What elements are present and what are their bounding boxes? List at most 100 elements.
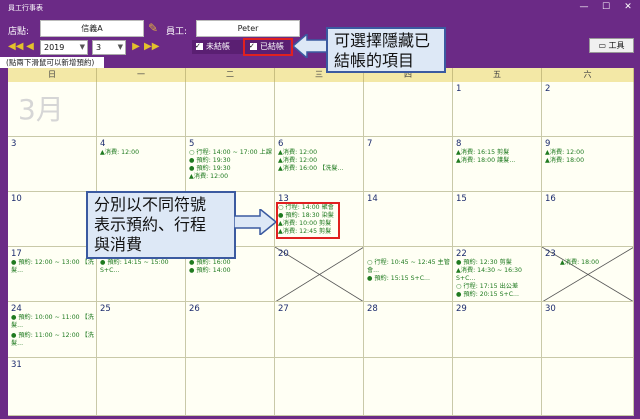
- event-item[interactable]: ▲消費: 18:00: [545, 157, 584, 165]
- event-item[interactable]: S+C...: [456, 275, 475, 283]
- tools-label: 工具: [608, 41, 625, 50]
- day-number: 9: [545, 139, 551, 149]
- calendar-day-5[interactable]: 5 ○ 行程: 14:00 ~ 17:00 上課 ● 預約: 19:30 ● 預…: [186, 137, 275, 192]
- event-item[interactable]: ● 預約: 16:00: [189, 259, 231, 267]
- calendar-day-16[interactable]: 16: [542, 192, 634, 247]
- next-year-icon[interactable]: ▶▶: [144, 40, 159, 54]
- day-number: 28: [367, 304, 378, 314]
- next-month-icon[interactable]: ▶: [130, 40, 142, 54]
- calendar-day-22[interactable]: 22 ● 預約: 12:30 剪髮 ▲消費: 14:30 ~ 16:30 S+C…: [453, 247, 542, 302]
- calendar-day-31[interactable]: 31: [8, 358, 97, 416]
- event-item[interactable]: ○ 行程: 17:15 出公差: [456, 283, 518, 291]
- event-item[interactable]: ○ 行程: 14:00 ~ 17:00 上課: [189, 149, 272, 157]
- event-item[interactable]: ● 預約: 15:15 S+C...: [367, 275, 430, 283]
- event-item[interactable]: 髮...: [11, 340, 23, 348]
- weekday-mon: 一: [97, 68, 186, 82]
- event-item[interactable]: S+C...: [100, 267, 119, 275]
- calendar-day-23[interactable]: 23 ▲消費: 18:00: [542, 247, 634, 302]
- callout-text-line: 與消費: [94, 235, 143, 254]
- event-item[interactable]: ● 預約: 12:30 剪髮: [456, 259, 512, 267]
- calendar-day-26[interactable]: 26: [186, 302, 275, 358]
- employee-field[interactable]: Peter: [196, 20, 300, 37]
- day-number: 10: [11, 194, 22, 204]
- edit-pencil-icon[interactable]: ✎: [146, 20, 160, 36]
- event-item[interactable]: ▲消費: 12:00: [278, 157, 317, 165]
- year-value: 2019: [44, 43, 65, 52]
- calendar-day-3[interactable]: 3: [8, 137, 97, 192]
- event-item[interactable]: ▲消費: 12:00: [545, 149, 584, 157]
- hide-settled-callout: 可選擇隱藏已 結帳的項目: [326, 27, 446, 73]
- calendar-day-14[interactable]: 14: [364, 192, 453, 247]
- event-item[interactable]: ● 預約: 20:15 S+C...: [456, 291, 519, 299]
- employee-label: 員工:: [166, 27, 188, 37]
- prev-year-icon[interactable]: ◀◀: [8, 40, 23, 54]
- calendar-day-20[interactable]: 20: [275, 247, 364, 302]
- weekday-header: 日 一 二 三 四 五 六: [8, 68, 634, 82]
- store-label: 店點:: [8, 27, 30, 37]
- calendar-day-empty: [275, 358, 364, 416]
- event-item[interactable]: ○ 行程: 10:45 ~ 12:45 主管: [367, 259, 450, 267]
- event-item[interactable]: ▲消費: 12:00: [189, 173, 228, 181]
- callout-text-line: 分別以不同符號: [94, 195, 207, 214]
- event-item[interactable]: ● 預約: 10:00 ~ 11:00 【洗: [11, 314, 94, 322]
- event-item[interactable]: ● 預約: 19:30: [189, 157, 231, 165]
- calendar-day-28[interactable]: 28: [364, 302, 453, 358]
- calendar-day-7[interactable]: 7: [364, 137, 453, 192]
- calendar-day-29[interactable]: 29: [453, 302, 542, 358]
- calendar-day-17[interactable]: 17 ● 預約: 12:00 ~ 13:00 【洗 髮...: [8, 247, 97, 302]
- day-number: 8: [456, 139, 462, 149]
- day-number: 26: [189, 304, 200, 314]
- event-item[interactable]: ▲消費: 16:15 剪髮: [456, 149, 509, 157]
- event-item[interactable]: ● 預約: 14:15 ~ 15:00: [100, 259, 169, 267]
- symbols-callout: 分別以不同符號 表示預約、行程 與消費: [86, 191, 236, 259]
- calendar-day-10[interactable]: 10: [8, 192, 97, 247]
- day-number: 30: [545, 304, 556, 314]
- event-item[interactable]: ▲消費: 12:00: [100, 149, 139, 157]
- calendar-day-empty: [453, 358, 542, 416]
- event-item[interactable]: 髮...: [11, 267, 23, 275]
- calendar-day-27[interactable]: 27: [275, 302, 364, 358]
- weekday-sat: 六: [542, 68, 634, 82]
- day-number: 15: [456, 194, 467, 204]
- calendar-day-21[interactable]: ○ 行程: 10:45 ~ 12:45 主管 會... ● 預約: 15:15 …: [364, 247, 453, 302]
- year-select[interactable]: 2019 ▼: [40, 40, 88, 55]
- day-number: 24: [11, 304, 22, 314]
- day-number: 25: [100, 304, 111, 314]
- store-field[interactable]: 信義A: [40, 20, 144, 37]
- calendar-day-6[interactable]: 6 ▲消費: 12:00 ▲消費: 12:00 ▲消費: 16:00 【洗髮..…: [275, 137, 364, 192]
- event-item[interactable]: ▲消費: 12:00: [278, 149, 317, 157]
- calendar-day-2[interactable]: 2: [542, 82, 634, 137]
- event-item[interactable]: ▲消費: 14:30 ~ 16:30: [456, 267, 522, 275]
- calendar-day-25[interactable]: 25: [97, 302, 186, 358]
- unsettled-checkbox[interactable]: 未結帳: [192, 39, 250, 54]
- minimize-button[interactable]: —: [574, 0, 594, 14]
- event-item[interactable]: ● 預約: 11:00 ~ 12:00 【洗: [11, 332, 94, 340]
- calendar-day-15[interactable]: 15: [453, 192, 542, 247]
- calendar-day-empty: [364, 358, 453, 416]
- calendar-day-empty: [97, 82, 186, 137]
- calendar-day-30[interactable]: 30: [542, 302, 634, 358]
- event-item[interactable]: 髮...: [11, 322, 23, 330]
- close-button[interactable]: ✕: [618, 0, 638, 14]
- event-item[interactable]: 會...: [367, 267, 379, 275]
- calendar-day-24[interactable]: 24 ● 預約: 10:00 ~ 11:00 【洗 髮... ● 預約: 11:…: [8, 302, 97, 358]
- prev-month-icon[interactable]: ◀: [24, 40, 36, 54]
- maximize-button[interactable]: ☐: [596, 0, 616, 14]
- event-item[interactable]: ● 預約: 12:00 ~ 13:00 【洗: [11, 259, 94, 267]
- month-select[interactable]: 3 ▼: [92, 40, 126, 55]
- calendar-day-8[interactable]: 8 ▲消費: 16:15 剪髮 ▲消費: 18:00 護髮...: [453, 137, 542, 192]
- calendar-day-13[interactable]: 13 ○ 行程: 14:00 聚會 ● 預約: 18:30 染髮 ▲消費: 10…: [275, 192, 364, 247]
- day-number: 5: [189, 139, 195, 149]
- calendar-day-empty: [364, 82, 453, 137]
- calendar-day-9[interactable]: 9 ▲消費: 12:00 ▲消費: 18:00: [542, 137, 634, 192]
- event-item[interactable]: ▲消費: 18:00 護髮...: [456, 157, 515, 165]
- day-number: 14: [367, 194, 378, 204]
- tools-button[interactable]: ▭ 工具: [589, 38, 634, 53]
- event-item[interactable]: ● 預約: 19:30: [189, 165, 231, 173]
- event-item[interactable]: ▲消費: 18:00: [560, 259, 599, 267]
- calendar-day-4[interactable]: 4 ▲消費: 12:00: [97, 137, 186, 192]
- event-item[interactable]: ● 預約: 14:00: [189, 267, 231, 275]
- calendar-day-1[interactable]: 1: [453, 82, 542, 137]
- callout-text-line: 可選擇隱藏已: [334, 31, 431, 50]
- event-item[interactable]: ▲消費: 16:00 【洗髮...: [278, 165, 343, 173]
